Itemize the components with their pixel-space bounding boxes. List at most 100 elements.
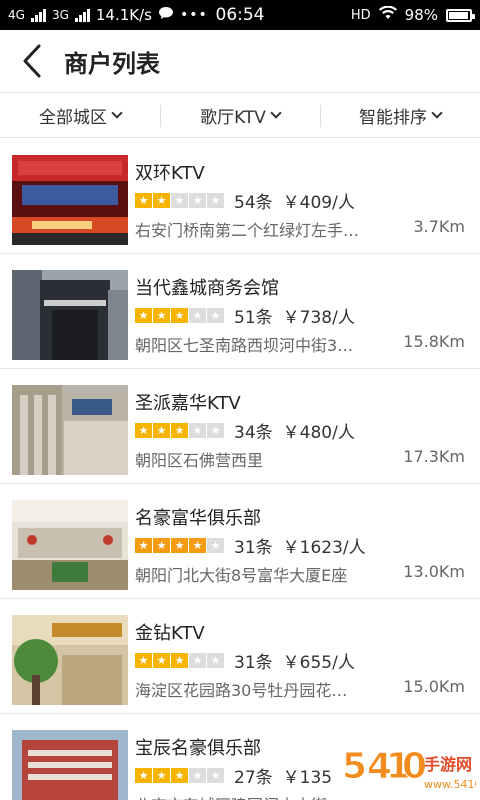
merchant-address: 右安门桥南第二个红绿灯左手… [135,221,360,240]
star-icon [207,768,224,783]
star-icon [135,308,152,323]
filter-district-label: 全部城区 [39,107,107,128]
merchant-name: 圣派嘉华KTV [135,393,241,414]
watermark-logo: 54 1 0 手游网 www.5410.cn [340,740,480,800]
rating-stars [135,538,224,553]
merchant-address: 朝阳门北大街8号富华大厦E座 [135,566,348,585]
network-speed: 14.1K/s [95,6,152,24]
merchant-name: 金钻KTV [135,623,205,644]
merchant-name: 当代鑫城商务会馆 [135,278,279,299]
back-arrow-icon [23,44,41,78]
svg-text:手游网: 手游网 [424,755,472,774]
message-icon [158,6,174,24]
review-count: 34条 [234,423,273,443]
price-per-person: ￥655/人 [282,653,355,673]
merchant-address: 朝阳区七圣南路西坝河中街3… [135,336,354,355]
star-icon [207,193,224,208]
merchant-distance: 3.7Km [413,217,465,236]
star-icon [153,653,170,668]
list-item[interactable]: 当代鑫城商务会馆 51条 ￥738/人 朝阳区七圣南路西坝河中街3… 15.8K… [0,254,480,369]
list-item[interactable]: 双环KTV 54条 ￥409/人 右安门桥南第二个红绿灯左手… 3.7Km [0,139,480,254]
signal-icon [30,8,46,22]
star-icon [189,768,206,783]
star-icon [153,423,170,438]
filter-bar: 全部城区 歌厅KTV 智能排序 [0,92,480,138]
star-icon [135,423,152,438]
merchant-photo [12,730,128,800]
star-icon [189,538,206,553]
star-icon [153,193,170,208]
star-icon [207,308,224,323]
star-icon [189,193,206,208]
list-item[interactable]: 圣派嘉华KTV 34条 ￥480/人 朝阳区石佛营西里 17.3Km [0,369,480,484]
review-count: 51条 [234,308,273,328]
merchant-name: 双环KTV [135,163,205,184]
merchant-distance: 15.8Km [403,332,465,351]
page-title: 商户列表 [64,49,160,78]
chevron-down-icon [270,107,282,119]
svg-text:54: 54 [342,746,392,787]
merchant-name: 名豪富华俱乐部 [135,508,261,529]
merchant-name: 宝辰名豪俱乐部 [135,738,261,759]
star-icon [153,308,170,323]
merchant-photo [12,615,128,705]
status-right: HD 98% [350,5,475,24]
network-3g-label: 3G [51,8,69,22]
list-item[interactable]: 名豪富华俱乐部 31条 ￥1623/人 朝阳门北大街8号富华大厦E座 13.0K… [0,484,480,599]
network-4g-label: 4G [8,8,25,22]
status-bar: 4G 3G 14.1K/s ••• 06:54 HD 98% [0,0,480,30]
star-icon [207,423,224,438]
merchant-distance: 13.0Km [403,562,465,581]
star-icon [171,653,188,668]
price-per-person: ￥1623/人 [282,538,366,558]
star-icon [135,653,152,668]
price-per-person: ￥480/人 [282,423,355,443]
header: 商户列表 [0,30,480,92]
merchant-meta: 31条 ￥655/人 [135,648,355,673]
star-icon [171,768,188,783]
merchant-meta: 31条 ￥1623/人 [135,533,366,558]
review-count: 31条 [234,538,273,558]
rating-stars [135,423,224,438]
svg-text:www.5410.cn: www.5410.cn [424,778,476,791]
merchant-list: 双环KTV 54条 ￥409/人 右安门桥南第二个红绿灯左手… 3.7Km [0,139,480,800]
star-icon [135,193,152,208]
star-icon [189,308,206,323]
review-count: 27条 [234,768,273,788]
filter-category-label: 歌厅KTV [200,107,266,128]
status-left: 4G 3G 14.1K/s ••• [8,6,351,24]
rating-stars [135,768,224,783]
star-icon [153,768,170,783]
star-icon [189,653,206,668]
merchant-photo [12,385,128,475]
merchant-distance: 17.3Km [403,447,465,466]
wifi-icon [378,5,397,24]
rating-stars [135,308,224,323]
back-button[interactable] [0,30,64,92]
star-icon [135,538,152,553]
hd-label: HD [350,7,371,23]
list-item[interactable]: 金钻KTV 31条 ￥655/人 海淀区花园路30号牡丹园花… 15.0Km [0,599,480,714]
filter-district[interactable]: 全部城区 [0,93,160,137]
star-icon [207,653,224,668]
merchant-photo [12,155,128,245]
star-icon [189,423,206,438]
price-per-person: ￥135 [282,768,333,788]
rating-stars [135,653,224,668]
filter-sort[interactable]: 智能排序 [320,93,480,137]
star-icon [171,423,188,438]
filter-category[interactable]: 歌厅KTV [160,93,320,137]
merchant-photo [12,270,128,360]
star-icon [135,768,152,783]
rating-stars [135,193,224,208]
chevron-down-icon [111,107,123,119]
review-count: 31条 [234,653,273,673]
price-per-person: ￥738/人 [282,308,355,328]
battery-icon [446,8,475,22]
merchant-meta: 51条 ￥738/人 [135,303,355,328]
battery-percent: 98% [404,6,438,24]
review-count: 54条 [234,193,273,213]
merchant-address: 朝阳区石佛营西里 [135,451,264,470]
star-icon [171,538,188,553]
price-per-person: ￥409/人 [282,193,355,213]
